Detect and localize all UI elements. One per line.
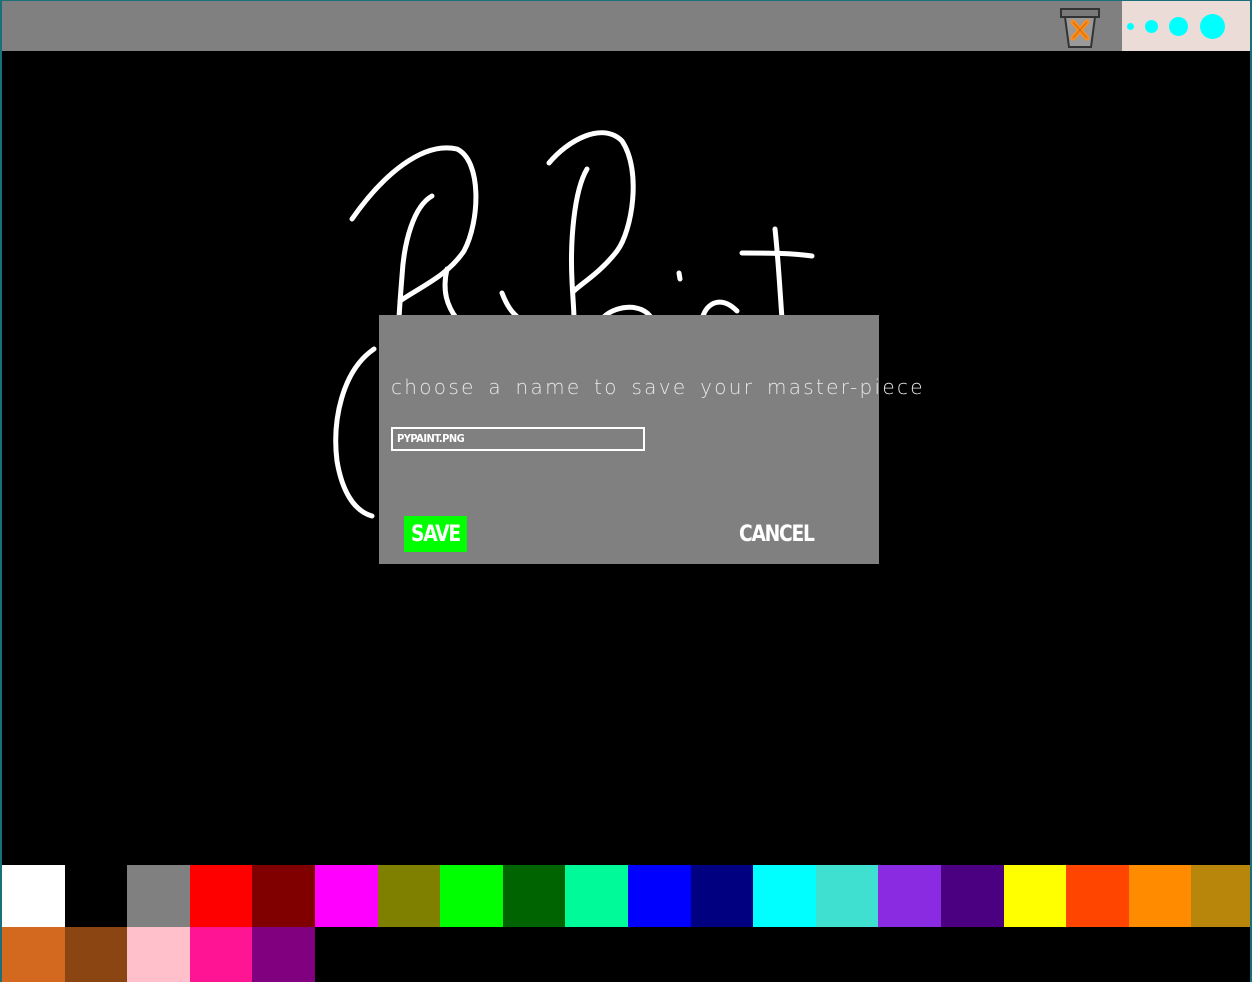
color-swatch[interactable]	[190, 865, 252, 927]
brush-size-medium[interactable]	[1169, 17, 1188, 36]
color-swatch[interactable]	[753, 865, 816, 927]
brush-size-large[interactable]	[1200, 14, 1225, 39]
color-swatch[interactable]	[65, 865, 127, 927]
color-swatch[interactable]	[252, 927, 315, 982]
brush-size-tiny[interactable]	[1127, 23, 1134, 30]
color-swatch[interactable]	[1004, 865, 1066, 927]
trash-can-icon	[1060, 8, 1100, 48]
color-swatch[interactable]	[440, 865, 503, 927]
top-toolbar	[2, 1, 1250, 51]
cancel-button[interactable]: CANCEL	[739, 516, 816, 552]
color-palette	[2, 865, 1250, 982]
color-swatch[interactable]	[1191, 865, 1250, 927]
save-dialog: choose a name to save your master-piece …	[379, 315, 925, 564]
color-swatch[interactable]	[816, 865, 878, 927]
color-swatch[interactable]	[65, 927, 127, 982]
color-swatch[interactable]	[565, 865, 628, 927]
brush-size-panel	[1122, 1, 1250, 51]
color-swatch[interactable]	[628, 865, 691, 927]
color-swatch[interactable]	[378, 865, 440, 927]
color-swatch[interactable]	[190, 927, 252, 982]
color-swatch[interactable]	[878, 865, 941, 927]
brush-size-small[interactable]	[1145, 20, 1158, 33]
color-swatch[interactable]	[1129, 865, 1191, 927]
dialog-prompt: choose a name to save your master-piece	[391, 375, 925, 399]
color-swatch[interactable]	[941, 865, 1004, 927]
color-swatch[interactable]	[252, 865, 315, 927]
pypaint-window: choose a name to save your master-piece …	[0, 0, 1252, 982]
color-swatch[interactable]	[127, 865, 190, 927]
save-button[interactable]: SAVE	[404, 516, 467, 552]
color-swatch[interactable]	[1066, 865, 1129, 927]
color-swatch[interactable]	[2, 865, 65, 927]
color-swatch[interactable]	[315, 865, 378, 927]
clear-canvas-button[interactable]	[1058, 7, 1102, 49]
filename-input[interactable]	[391, 427, 645, 451]
color-swatch[interactable]	[2, 927, 65, 982]
color-swatch[interactable]	[127, 927, 190, 982]
color-swatch[interactable]	[503, 865, 565, 927]
color-swatch[interactable]	[691, 865, 753, 927]
